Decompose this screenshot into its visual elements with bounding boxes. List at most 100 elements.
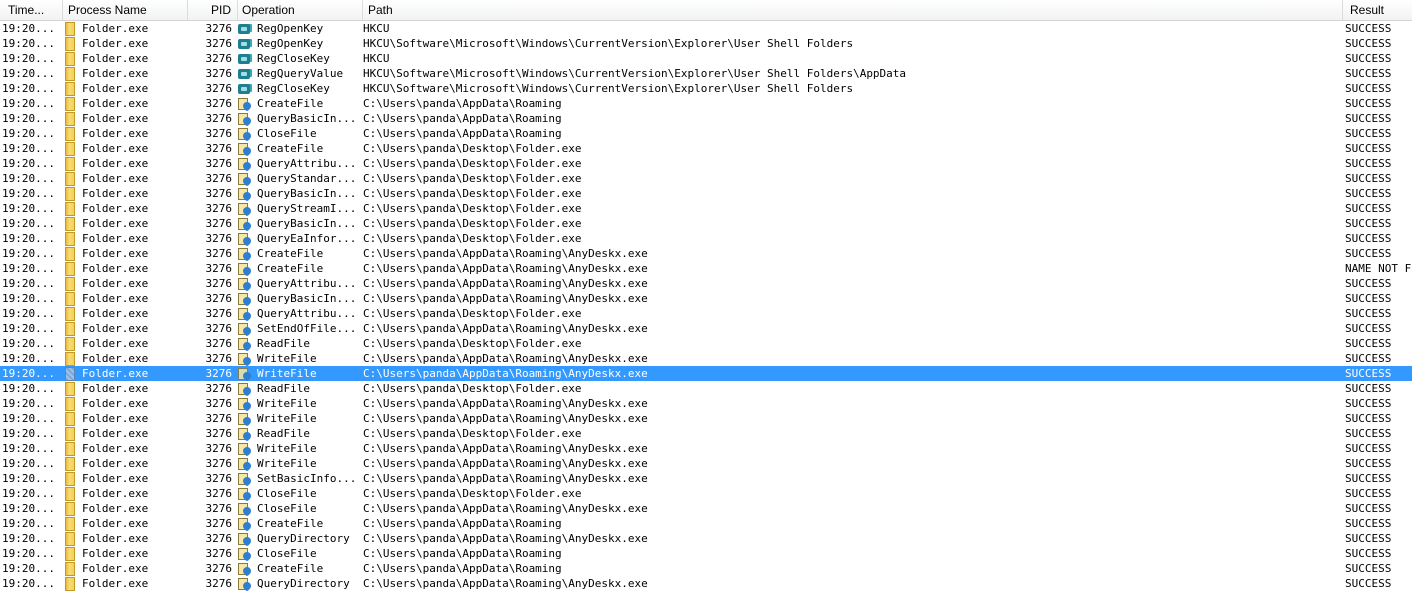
- cell-result: SUCCESS: [1345, 202, 1392, 215]
- cell-result: SUCCESS: [1345, 172, 1392, 185]
- cell-process-name: Folder.exe: [82, 322, 149, 335]
- cell-result: SUCCESS: [1345, 232, 1392, 245]
- table-row[interactable]: 19:20... Folder.exe 3276 QueryEaInfor... C:\…: [0, 231, 1412, 246]
- cell-time: 19:20...: [2, 262, 55, 275]
- cell-process-name: Folder.exe: [82, 472, 149, 485]
- folder-icon: [65, 231, 77, 246]
- table-row[interactable]: 19:20... Folder.exe 3276 CreateFile C:\Users…: [0, 141, 1412, 156]
- folder-icon: [65, 66, 77, 81]
- cell-pid: 3276: [205, 577, 233, 590]
- table-row[interactable]: 19:20... Folder.exe 3276 QueryAttribu... C:\…: [0, 276, 1412, 291]
- table-row[interactable]: 19:20... Folder.exe 3276 RegOpenKey HKCU\Sof…: [0, 36, 1412, 51]
- table-row[interactable]: 19:20... Folder.exe 3276 QueryStandar... C:\…: [0, 171, 1412, 186]
- cell-pid: 3276: [205, 247, 233, 260]
- cell-path: C:\Users\panda\AppData\Roaming\AnyDeskx.…: [363, 247, 648, 260]
- file-system-icon: [237, 111, 253, 126]
- table-row[interactable]: 19:20... Folder.exe 3276 CreateFile C:\Users…: [0, 246, 1412, 261]
- table-row[interactable]: 19:20... Folder.exe 3276 CloseFile C:\Users\…: [0, 546, 1412, 561]
- table-row[interactable]: 19:20... Folder.exe 3276 QueryStreamI... C:\…: [0, 201, 1412, 216]
- folder-icon: [65, 381, 77, 396]
- cell-path: C:\Users\panda\Desktop\Folder.exe: [363, 427, 582, 440]
- cell-process-name: Folder.exe: [82, 457, 149, 470]
- cell-pid: 3276: [205, 442, 233, 455]
- table-row[interactable]: 19:20... Folder.exe 3276 RegCloseKey HKCU SUC…: [0, 51, 1412, 66]
- table-row[interactable]: 19:20... Folder.exe 3276 SetEndOfFile... C:\…: [0, 321, 1412, 336]
- cell-process-name: Folder.exe: [82, 52, 149, 65]
- cell-time: 19:20...: [2, 427, 55, 440]
- cell-process-name: Folder.exe: [82, 517, 149, 530]
- cell-process-name: Folder.exe: [82, 127, 149, 140]
- file-system-icon: [237, 396, 253, 411]
- column-header-operation[interactable]: Operation: [238, 0, 363, 20]
- table-row[interactable]: 19:20... Folder.exe 3276 ReadFile C:\Users\p…: [0, 426, 1412, 441]
- column-header-time[interactable]: Time...: [0, 0, 63, 20]
- cell-result: SUCCESS: [1345, 532, 1392, 545]
- file-system-icon: [237, 471, 253, 486]
- table-row[interactable]: 19:20... Folder.exe 3276 CloseFile C:\Users\…: [0, 486, 1412, 501]
- table-row[interactable]: 19:20... Folder.exe 3276 WriteFile C:\Users\…: [0, 366, 1412, 381]
- folder-icon: [65, 486, 77, 501]
- table-row[interactable]: 19:20... Folder.exe 3276 WriteFile C:\Users\…: [0, 456, 1412, 471]
- cell-time: 19:20...: [2, 52, 55, 65]
- table-row[interactable]: 19:20... Folder.exe 3276 RegQueryValue HKCU\…: [0, 66, 1412, 81]
- cell-process-name: Folder.exe: [82, 232, 149, 245]
- file-system-icon: [237, 411, 253, 426]
- table-row[interactable]: 19:20... Folder.exe 3276 CreateFile C:\Users…: [0, 516, 1412, 531]
- column-header-row: Time... Process Name PID Operation Path …: [0, 0, 1412, 21]
- table-row[interactable]: 19:20... Folder.exe 3276 QueryDirectory C:\U…: [0, 576, 1412, 591]
- table-row[interactable]: 19:20... Folder.exe 3276 CreateFile C:\Users…: [0, 561, 1412, 576]
- cell-path: C:\Users\panda\AppData\Roaming\AnyDeskx.…: [363, 322, 648, 335]
- cell-result: SUCCESS: [1345, 82, 1392, 95]
- table-row[interactable]: 19:20... Folder.exe 3276 CreateFile C:\Users…: [0, 96, 1412, 111]
- table-row[interactable]: 19:20... Folder.exe 3276 QueryAttribu... C:\…: [0, 306, 1412, 321]
- cell-time: 19:20...: [2, 172, 55, 185]
- table-row[interactable]: 19:20... Folder.exe 3276 QueryBasicIn... C:\…: [0, 216, 1412, 231]
- table-row[interactable]: 19:20... Folder.exe 3276 QueryBasicIn... C:\…: [0, 111, 1412, 126]
- cell-path: C:\Users\panda\AppData\Roaming\AnyDeskx.…: [363, 412, 648, 425]
- cell-operation: QueryStandar...: [257, 172, 357, 185]
- table-row[interactable]: 19:20... Folder.exe 3276 QueryAttribu... C:\…: [0, 156, 1412, 171]
- folder-icon: [65, 471, 77, 486]
- cell-pid: 3276: [205, 517, 233, 530]
- cell-operation: ReadFile: [257, 427, 310, 440]
- cell-pid: 3276: [205, 112, 233, 125]
- cell-pid: 3276: [205, 157, 233, 170]
- cell-result: SUCCESS: [1345, 382, 1392, 395]
- cell-operation: CreateFile: [257, 262, 324, 275]
- cell-operation: QueryBasicIn...: [257, 187, 357, 200]
- table-row[interactable]: 19:20... Folder.exe 3276 WriteFile C:\Users\…: [0, 441, 1412, 456]
- table-row[interactable]: 19:20... Folder.exe 3276 SetBasicInfo... C:\…: [0, 471, 1412, 486]
- cell-pid: 3276: [205, 562, 233, 575]
- table-row[interactable]: 19:20... Folder.exe 3276 CloseFile C:\Users\…: [0, 126, 1412, 141]
- table-row[interactable]: 19:20... Folder.exe 3276 QueryBasicIn... C:\…: [0, 186, 1412, 201]
- cell-result: SUCCESS: [1345, 487, 1392, 500]
- file-system-icon: [237, 531, 253, 546]
- table-row[interactable]: 19:20... Folder.exe 3276 WriteFile C:\Users\…: [0, 396, 1412, 411]
- table-row[interactable]: 19:20... Folder.exe 3276 QueryDirectory C:\U…: [0, 531, 1412, 546]
- column-header-process-name[interactable]: Process Name: [63, 0, 188, 20]
- cell-pid: 3276: [205, 172, 233, 185]
- table-row[interactable]: 19:20... Folder.exe 3276 CreateFile C:\Users…: [0, 261, 1412, 276]
- cell-time: 19:20...: [2, 397, 55, 410]
- table-row[interactable]: 19:20... Folder.exe 3276 RegOpenKey HKCU SUCC…: [0, 21, 1412, 36]
- cell-process-name: Folder.exe: [82, 22, 149, 35]
- folder-icon: [65, 156, 77, 171]
- cell-time: 19:20...: [2, 307, 55, 320]
- column-header-path[interactable]: Path: [363, 0, 1343, 20]
- table-row[interactable]: 19:20... Folder.exe 3276 CloseFile C:\Users\…: [0, 501, 1412, 516]
- table-row[interactable]: 19:20... Folder.exe 3276 QueryBasicIn... C:\…: [0, 291, 1412, 306]
- cell-operation: SetBasicInfo...: [257, 472, 357, 485]
- table-row[interactable]: 19:20... Folder.exe 3276 WriteFile C:\Users\…: [0, 351, 1412, 366]
- cell-pid: 3276: [205, 412, 233, 425]
- table-row[interactable]: 19:20... Folder.exe 3276 RegCloseKey HKCU\So…: [0, 81, 1412, 96]
- column-header-result[interactable]: Result: [1343, 0, 1412, 20]
- file-system-icon: [237, 351, 253, 366]
- cell-result: SUCCESS: [1345, 577, 1392, 590]
- table-row[interactable]: 19:20... Folder.exe 3276 ReadFile C:\Users\p…: [0, 381, 1412, 396]
- table-row[interactable]: 19:20... Folder.exe 3276 WriteFile C:\Users\…: [0, 411, 1412, 426]
- column-header-pid[interactable]: PID: [188, 0, 238, 20]
- cell-path: C:\Users\panda\AppData\Roaming\AnyDeskx.…: [363, 397, 648, 410]
- file-system-icon: [237, 336, 253, 351]
- file-system-icon: [237, 486, 253, 501]
- table-row[interactable]: 19:20... Folder.exe 3276 ReadFile C:\Users\p…: [0, 336, 1412, 351]
